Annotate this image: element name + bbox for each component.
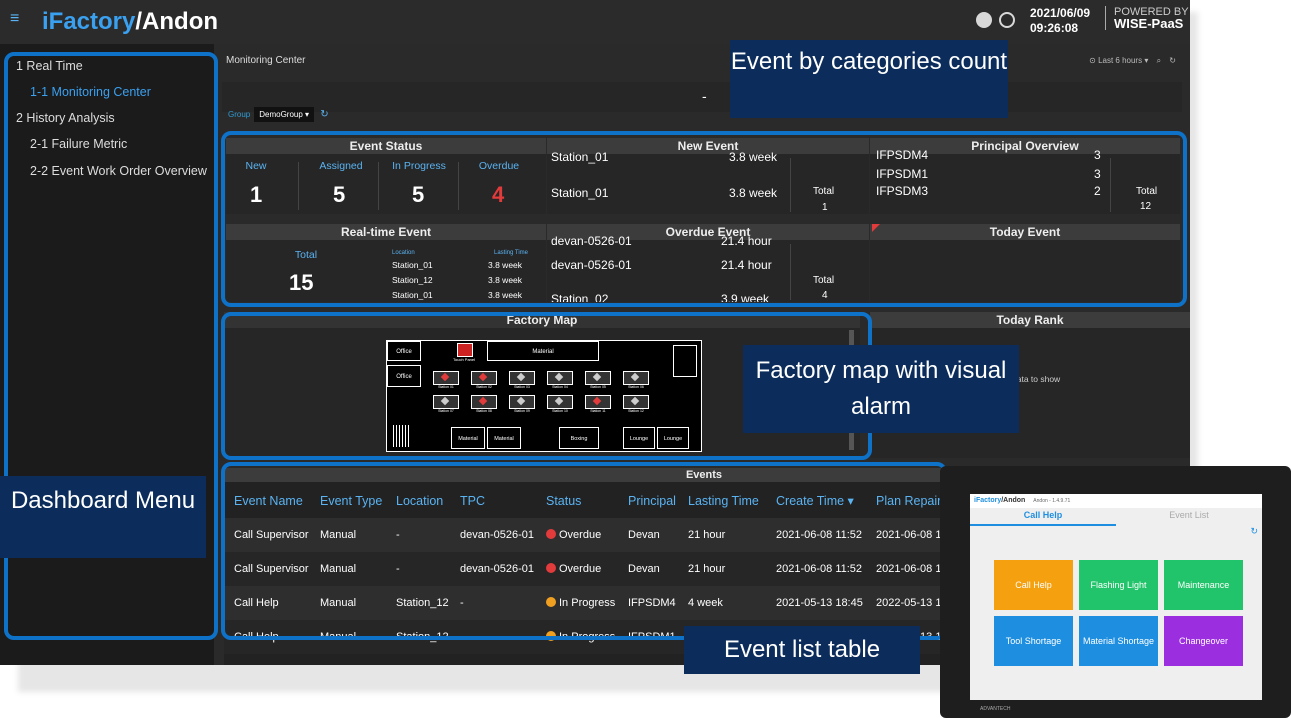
toolbar-right: ⊙ Last 6 hours ▾ ⌕ ↻ xyxy=(1089,56,1176,66)
group-selector: Group DemoGroup ▾ ↻ xyxy=(228,107,329,122)
group-dropdown[interactable]: DemoGroup ▾ xyxy=(254,107,315,122)
tablet-brand: ADVANTECH xyxy=(980,706,1011,712)
tablet-tile-button[interactable]: Material Shortage xyxy=(1079,616,1158,666)
date-time: 2021/06/09 09:26:08 xyxy=(1030,6,1090,36)
hamburger-menu-icon[interactable]: ≡ xyxy=(10,10,19,28)
tablet-logo: iFactory/Andon xyxy=(974,497,1025,504)
tablet-tile-button[interactable]: Call Help xyxy=(994,560,1073,610)
callout-categories: Event by categories count xyxy=(730,40,1008,118)
highlight-categories xyxy=(221,131,1187,307)
globe-icon[interactable] xyxy=(976,12,992,28)
zoom-icon[interactable]: ⌕ xyxy=(1157,56,1161,65)
banner-text: - xyxy=(702,88,707,104)
tablet-tile-button[interactable]: Tool Shortage xyxy=(994,616,1073,666)
time-range-select[interactable]: ⊙ Last 6 hours ▾ xyxy=(1089,56,1148,65)
refresh-icon[interactable]: ↻ xyxy=(1169,56,1176,65)
top-bar: ≡ iFactory/Andon 2021/06/09 09:26:08 POW… xyxy=(0,0,1190,44)
tablet-screen: iFactory/Andon Andon - 1.4.9.71 Call Hel… xyxy=(970,494,1262,700)
today-rank-empty: data to show xyxy=(1012,374,1061,384)
tablet-refresh-icon[interactable]: ↻ xyxy=(1250,526,1258,537)
tablet-tab-event-list[interactable]: Event List xyxy=(1116,510,1262,524)
logo-part-b: /Andon xyxy=(135,8,219,35)
tablet-topbar: iFactory/Andon Andon - 1.4.9.71 xyxy=(970,494,1262,508)
current-date: 2021/06/09 xyxy=(1030,6,1091,20)
callout-map: Factory map with visual alarm xyxy=(743,345,1019,433)
dashboard-banner: - xyxy=(222,82,1182,112)
group-label: Group xyxy=(228,110,251,119)
tablet-tile-button[interactable]: Maintenance xyxy=(1164,560,1243,610)
tablet-logo-b: /Andon xyxy=(1001,497,1026,504)
tablet-tab-call-help[interactable]: Call Help xyxy=(970,510,1116,526)
current-time: 09:26:08 xyxy=(1030,21,1079,35)
breadcrumb: Monitoring Center xyxy=(226,55,306,66)
tablet-tile-button[interactable]: Changeover xyxy=(1164,616,1243,666)
today-rank-title: Today Rank xyxy=(870,312,1190,328)
tablet-tile-button[interactable]: Flashing Light xyxy=(1079,560,1158,610)
tablet-version: Andon - 1.4.9.71 xyxy=(1033,498,1071,504)
callout-table: Event list table xyxy=(684,626,920,674)
group-refresh-icon[interactable]: ↻ xyxy=(320,109,328,120)
tablet-logo-a: iFactory xyxy=(974,497,1002,504)
powered-by: POWERED BY WISE-PaaS xyxy=(1105,6,1189,30)
tablet-device: iFactory/Andon Andon - 1.4.9.71 Call Hel… xyxy=(940,466,1291,718)
highlight-table xyxy=(221,462,947,640)
callout-menu: Dashboard Menu xyxy=(0,476,206,558)
app-logo: iFactory/Andon xyxy=(42,8,218,36)
powered-by-brand: WISE-PaaS xyxy=(1114,16,1184,31)
user-icon[interactable] xyxy=(999,12,1015,28)
logo-part-a: iFactory xyxy=(42,8,136,35)
